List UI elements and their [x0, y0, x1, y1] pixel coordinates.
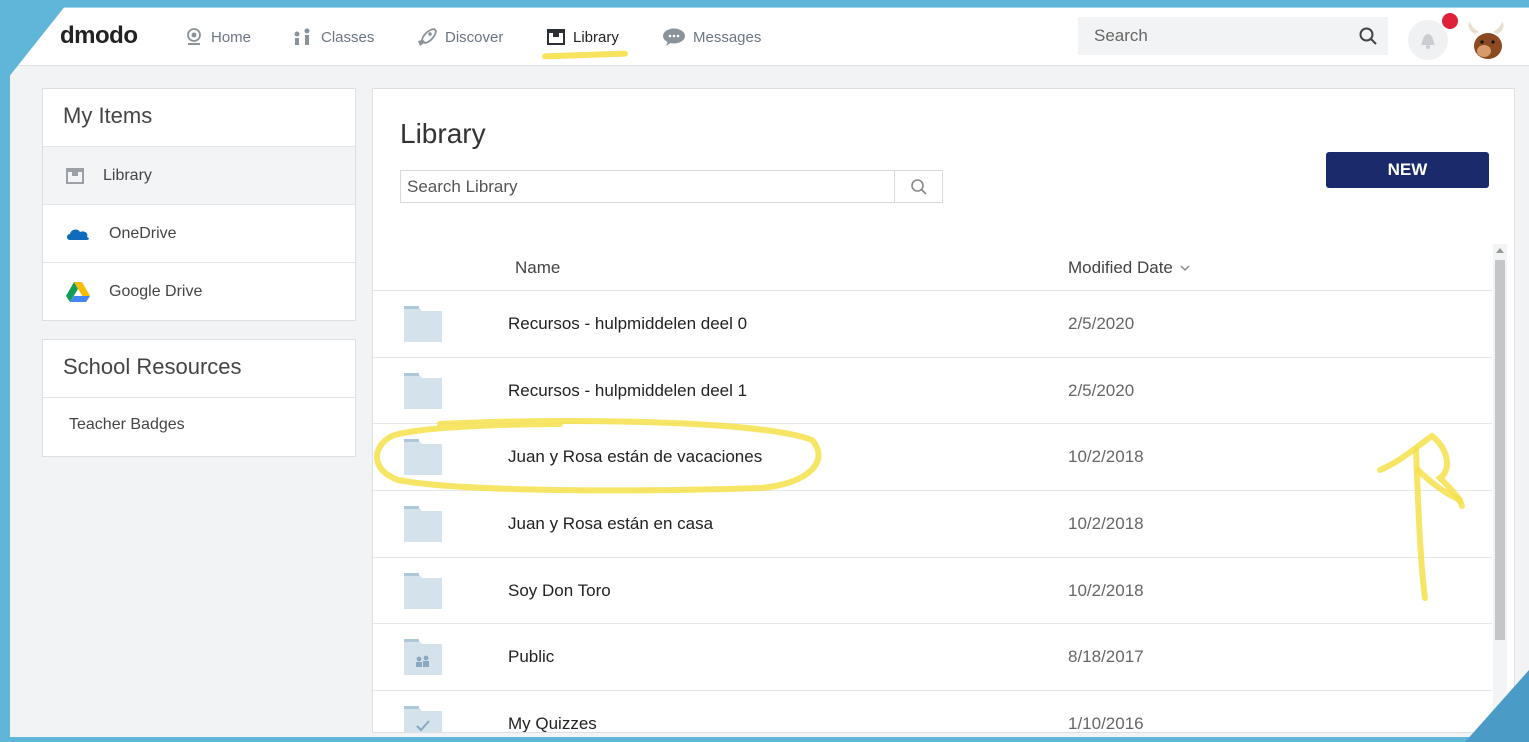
table-row[interactable]: My Quizzes 1/10/2016 [373, 691, 1492, 733]
top-navigation-bar: dmodo Home Classes Discover Library Mess… [0, 8, 1529, 66]
table-row[interactable]: Public 8/18/2017 [373, 624, 1492, 692]
school-resources-panel: School Resources Teacher Badges [42, 339, 356, 457]
file-name[interactable]: Recursos - hulpmiddelen deel 0 [508, 314, 747, 334]
page-title: Library [400, 118, 486, 149]
my-items-panel: My Items Library OneDrive Google Drive [42, 88, 356, 321]
table-row[interactable]: Juan y Rosa están en casa 10/2/2018 [373, 491, 1492, 558]
frame-corner-top-left [0, 0, 70, 88]
file-name[interactable]: Public [508, 647, 554, 667]
search-icon[interactable] [909, 177, 929, 197]
onedrive-cloud-icon [67, 229, 89, 240]
modified-date: 10/2/2018 [1068, 514, 1144, 534]
modified-date: 2/5/2020 [1068, 380, 1135, 400]
sidebar-item-label: Library [103, 166, 152, 184]
library-search-input[interactable] [401, 171, 893, 202]
nav-classes[interactable]: Classes [292, 26, 374, 48]
folder-icon [403, 371, 443, 416]
nav-classes-label: Classes [321, 28, 375, 46]
nav-discover-label: Discover [445, 28, 504, 46]
chevron-down-icon [1180, 265, 1190, 272]
global-search [1078, 17, 1388, 55]
file-name[interactable]: My Quizzes [508, 714, 597, 732]
library-main-panel: Library NEW Name Modified Date Recursos … [372, 88, 1515, 733]
modified-date: 2/5/2020 [1068, 314, 1135, 333]
library-search [400, 170, 943, 203]
app-logo[interactable]: dmodo [60, 22, 138, 50]
scroll-up-arrow[interactable] [1496, 248, 1504, 253]
sidebar-item-library[interactable]: Library [43, 147, 355, 205]
column-header-modified-date[interactable]: Modified Date [1068, 258, 1191, 278]
library-file-list: Recursos - hulpmiddelen deel 0 2/5/2020 Re… [373, 291, 1492, 733]
sidebar-item-onedrive[interactable]: OneDrive [43, 205, 355, 263]
notification-badge [1440, 11, 1460, 31]
nav-discover[interactable]: Discover [416, 26, 503, 48]
sidebar-item-label: Google Drive [109, 283, 203, 300]
resource-teacher-badges[interactable]: Teacher Badges [43, 398, 355, 434]
nav-home[interactable]: Home [184, 26, 251, 48]
bell-icon [1421, 34, 1435, 49]
quiz-folder-icon [403, 704, 443, 732]
sidebar-item-label: OneDrive [109, 224, 177, 242]
folder-icon [403, 504, 443, 549]
nav-home-label: Home [211, 28, 252, 46]
column-header-name[interactable]: Name [515, 258, 560, 278]
file-name[interactable]: Juan y Rosa están de vacaciones [508, 447, 762, 467]
frame-corner-bottom-right [1465, 670, 1529, 742]
scroll-thumb[interactable] [1495, 260, 1505, 640]
nav-library[interactable]: Library [546, 26, 619, 48]
my-items-title: My Items [43, 89, 355, 147]
table-row[interactable]: Recursos - hulpmiddelen deel 0 2/5/2020 [373, 291, 1492, 358]
modified-date: 1/10/2016 [1068, 714, 1144, 733]
home-icon [187, 28, 201, 45]
google-drive-icon [66, 282, 90, 302]
column-header-label: Modified Date [1068, 258, 1173, 277]
table-row[interactable]: Juan y Rosa están de vacaciones 10/2/2018 [373, 424, 1492, 492]
frame-left-border [0, 0, 10, 742]
avatar[interactable] [1462, 18, 1510, 64]
search-divider [894, 171, 895, 202]
message-bubble-icon [663, 28, 685, 46]
scrollbar[interactable] [1493, 244, 1507, 732]
file-name[interactable]: Soy Don Toro [508, 581, 611, 601]
table-header: Name Modified Date [373, 244, 1492, 291]
global-search-input[interactable] [1078, 17, 1348, 55]
sidebar-item-google-drive[interactable]: Google Drive [43, 263, 355, 321]
nav-messages[interactable]: Messages [662, 26, 761, 48]
nav-library-label: Library [573, 28, 619, 46]
table-row[interactable]: Recursos - hulpmiddelen deel 1 2/5/2020 [373, 358, 1492, 425]
search-icon[interactable] [1358, 26, 1378, 46]
new-button[interactable]: NEW [1326, 152, 1489, 188]
folder-icon [403, 304, 443, 349]
shared-folder-icon [403, 637, 443, 682]
frame-bottom-border [0, 737, 1529, 742]
school-resources-title: School Resources [43, 340, 355, 398]
classes-icon [294, 28, 310, 45]
frame-top-border [0, 0, 1529, 8]
library-icon [66, 167, 84, 184]
modified-date: 10/2/2018 [1068, 447, 1144, 467]
nav-messages-label: Messages [693, 28, 762, 46]
file-name[interactable]: Juan y Rosa están en casa [508, 514, 713, 534]
folder-icon [403, 571, 443, 616]
library-icon [547, 29, 565, 45]
modified-date: 10/2/2018 [1068, 580, 1144, 600]
folder-icon [403, 437, 443, 482]
rocket-icon [418, 28, 437, 46]
modified-date: 8/18/2017 [1068, 647, 1144, 667]
table-row[interactable]: Soy Don Toro 10/2/2018 [373, 558, 1492, 625]
file-name[interactable]: Recursos - hulpmiddelen deel 1 [508, 381, 747, 401]
